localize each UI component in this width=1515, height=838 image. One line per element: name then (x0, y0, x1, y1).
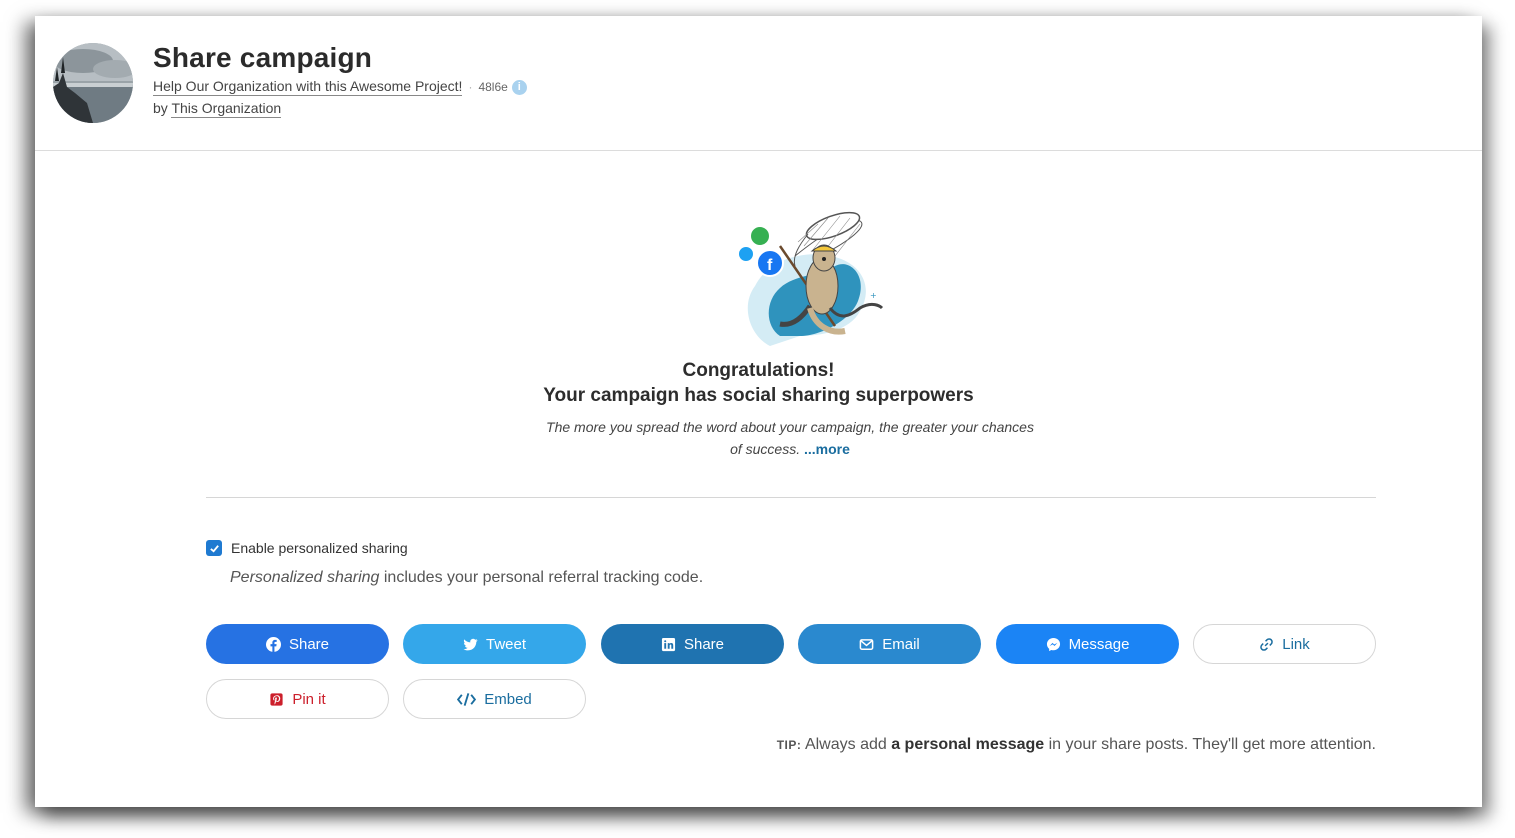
organization-link[interactable]: This Organization (171, 100, 282, 118)
email-button[interactable]: Email (798, 624, 981, 664)
facebook-icon (265, 636, 281, 652)
messenger-button[interactable]: Message (996, 624, 1179, 664)
tip-text-after: in your share posts. They'll get more at… (1044, 736, 1376, 753)
checkbox-label: Enable personalized sharing (231, 540, 408, 556)
tip-text-before: Always add (801, 736, 892, 753)
meerkat-illustration: f + + (700, 196, 885, 361)
congrats-line-2: Your campaign has social sharing superpo… (543, 385, 974, 406)
campaign-avatar (53, 43, 133, 123)
tip-bold: a personal message (891, 736, 1045, 753)
linkedin-icon (661, 637, 676, 651)
by-prefix: by (153, 100, 172, 116)
pinterest-pin-label: Pin it (292, 690, 326, 708)
hero-description: The more you spread the word about your … (540, 416, 1040, 460)
messenger-icon (1046, 637, 1060, 651)
share-campaign-panel: Share campaign Help Our Organization wit… (35, 16, 1482, 807)
share-tip: TIP: Always add a personal message in yo… (777, 736, 1376, 754)
campaign-subline: Help Our Organization with this Awesome … (153, 78, 527, 96)
congrats-heading: Congratulations! Your campaign has socia… (35, 358, 1482, 408)
embed-button[interactable]: Embed (403, 679, 586, 719)
page-title: Share campaign (153, 42, 373, 73)
personalized-sharing-row[interactable]: Enable personalized sharing (206, 540, 408, 556)
personalized-sharing-checkbox[interactable] (206, 540, 222, 556)
messenger-label: Message (1068, 635, 1130, 653)
email-label: Email (882, 635, 920, 653)
pinterest-pin-button[interactable]: Pin it (206, 679, 389, 719)
congrats-line-1: Congratulations! (682, 360, 835, 381)
organization-byline: by This Organization (153, 100, 282, 118)
twitter-tweet-button[interactable]: Tweet (403, 624, 586, 664)
linkedin-share-button[interactable]: Share (601, 624, 784, 664)
code-icon (457, 692, 477, 706)
pinterest-icon (270, 692, 283, 706)
email-icon (859, 638, 874, 650)
linkedin-share-label: Share (683, 635, 725, 653)
twitter-tweet-label: Tweet (485, 635, 527, 653)
twitter-icon (463, 638, 478, 650)
project-link[interactable]: Help Our Organization with this Awesome … (153, 78, 463, 96)
facebook-share-button[interactable]: Share (206, 624, 389, 664)
info-icon[interactable]: i (511, 79, 527, 95)
note-text: includes your personal referral tracking… (379, 569, 704, 586)
copy-link-label: Link (1282, 635, 1310, 653)
embed-label: Embed (484, 690, 532, 708)
description-text: The more you spread the word about your … (546, 419, 1034, 457)
tip-label: TIP: (776, 738, 802, 752)
separator: · (468, 80, 473, 94)
campaign-header: Share campaign Help Our Organization wit… (35, 16, 1482, 151)
personalized-sharing-note: Personalized sharing includes your perso… (230, 569, 703, 587)
copy-link-button[interactable]: Link (1193, 624, 1376, 664)
more-link[interactable]: ...more (804, 441, 850, 457)
svg-text:+: + (870, 291, 877, 300)
link-icon (1260, 637, 1274, 651)
svg-text:f: f (767, 257, 773, 274)
note-emphasis: Personalized sharing (230, 569, 380, 586)
section-divider (206, 497, 1376, 498)
campaign-code: 48l6e (478, 80, 508, 94)
facebook-share-label: Share (288, 635, 330, 653)
